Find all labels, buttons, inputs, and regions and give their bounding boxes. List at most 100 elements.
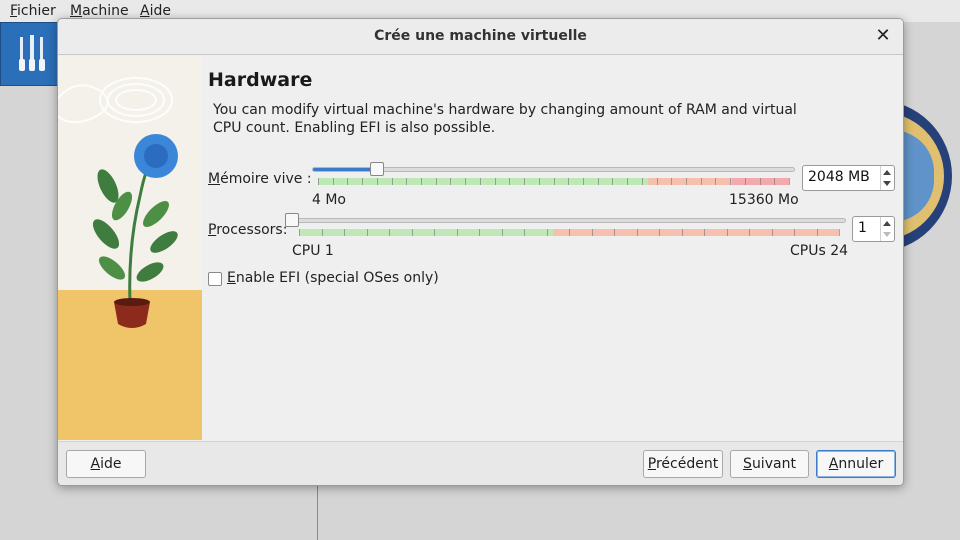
mem-tick — [582, 178, 584, 185]
cpu-tick — [659, 229, 660, 236]
memory-label-mnemonic: M — [208, 171, 221, 187]
dialog-titlebar[interactable]: Crée une machine virtuelle ✕ — [58, 19, 903, 55]
mem-tick — [435, 178, 437, 185]
efi-checkbox[interactable] — [208, 272, 222, 286]
cpu-tick — [591, 229, 593, 236]
mem-tick — [318, 178, 319, 185]
mem-tick — [759, 178, 761, 185]
menu-fichier[interactable]: Fichier — [10, 3, 56, 19]
processors-slider[interactable] — [285, 213, 846, 227]
mem-tick — [332, 178, 334, 185]
cpu-tick — [569, 229, 570, 236]
chevron-down-icon[interactable] — [883, 232, 891, 237]
chevron-up-icon[interactable] — [883, 221, 891, 226]
processors-slider-handle[interactable] — [285, 213, 299, 227]
cancel-button[interactable]: Annuler — [816, 450, 896, 478]
mem-tick — [391, 178, 393, 185]
efi-label-mnemonic: E — [227, 270, 236, 286]
mem-tick — [479, 178, 481, 185]
plant-illustration — [58, 56, 202, 440]
cpu-tick — [456, 229, 458, 236]
memory-slider-handle[interactable] — [370, 162, 385, 176]
cpu-tick — [501, 229, 503, 236]
cpu-tick — [771, 229, 773, 236]
memory-slider[interactable] — [312, 162, 795, 176]
processors-label-text: rocessors: — [216, 222, 288, 238]
menu-aide[interactable]: Aide — [140, 3, 171, 19]
efi-label[interactable]: Enable EFI (special OSes only) — [227, 270, 439, 286]
mem-tick — [509, 178, 511, 185]
memory-min-label: 4 Mo — [312, 192, 347, 208]
processors-ticks — [299, 229, 840, 236]
cpu-tick — [299, 229, 300, 236]
mem-tick — [789, 178, 790, 185]
mem-tick — [406, 178, 408, 185]
cpu-tick — [839, 229, 840, 236]
cpu-tick — [411, 229, 413, 236]
memory-ticks — [318, 178, 790, 185]
cpu-tick — [726, 229, 728, 236]
plant-drawing — [58, 77, 178, 328]
cpu-tick — [816, 229, 818, 236]
cpu-tick — [749, 229, 750, 236]
cpu-tick — [614, 229, 615, 236]
mem-tick — [656, 178, 658, 185]
mem-tick — [612, 178, 614, 185]
cpu-tick — [366, 229, 368, 236]
cpu-tick — [524, 229, 525, 236]
chevron-up-icon[interactable] — [883, 170, 891, 175]
cpu-tick — [546, 229, 548, 236]
app-splitter[interactable] — [317, 484, 318, 540]
cpu-tick — [479, 229, 480, 236]
mem-tick — [347, 178, 349, 185]
efi-label-text: nable EFI (special OSes only) — [235, 270, 439, 286]
mem-tick — [685, 178, 687, 185]
processors-spin-arrows — [880, 217, 894, 241]
menu-machine[interactable]: Machine — [70, 3, 129, 19]
cpu-tick — [704, 229, 705, 236]
processors-max-label: CPUs 24 — [790, 243, 849, 259]
chevron-down-icon[interactable] — [883, 181, 891, 186]
mem-tick — [553, 178, 555, 185]
processors-min-label: CPU 1 — [292, 243, 334, 259]
dialog-footer: Aide Précédent Suivant Annuler — [58, 441, 903, 485]
mem-tick — [715, 178, 717, 185]
memory-value[interactable]: 2048 MB — [808, 169, 870, 185]
cpu-tick — [681, 229, 683, 236]
next-button[interactable]: Suivant — [730, 450, 809, 478]
tools-button[interactable] — [0, 22, 64, 86]
processors-spinbox[interactable]: 1 — [852, 216, 895, 242]
memory-max-label: 15360 Mo — [729, 192, 799, 208]
create-vm-dialog: Crée une machine virtuelle ✕ Hardware Yo… — [57, 18, 904, 486]
mem-tick — [494, 178, 496, 185]
cpu-tick — [434, 229, 435, 236]
memory-label-text: émoire vive : — [220, 171, 312, 187]
cpu-tick — [344, 229, 345, 236]
mem-tick — [700, 178, 702, 185]
cpu-tick — [389, 229, 390, 236]
processors-label: Processors: — [208, 222, 287, 238]
mem-tick — [465, 178, 467, 185]
mem-tick — [597, 178, 599, 185]
dialog-title: Crée une machine virtuelle — [374, 28, 587, 44]
cpu-tick — [321, 229, 323, 236]
cpu-tick — [636, 229, 638, 236]
close-icon[interactable]: ✕ — [873, 26, 893, 46]
mem-tick — [671, 178, 673, 185]
page-title: Hardware — [208, 69, 313, 91]
memory-label: Mémoire vive : — [208, 171, 312, 187]
mem-tick — [730, 178, 732, 185]
help-button[interactable]: Aide — [66, 450, 146, 478]
mem-tick — [641, 178, 643, 185]
mem-tick — [362, 178, 364, 185]
memory-spin-arrows — [880, 166, 894, 190]
mem-tick — [774, 178, 776, 185]
page-description: You can modify virtual machine's hardwar… — [213, 102, 797, 136]
processors-value[interactable]: 1 — [858, 220, 867, 236]
previous-button[interactable]: Précédent — [643, 450, 723, 478]
memory-spinbox[interactable]: 2048 MB — [802, 165, 895, 191]
mem-tick — [568, 178, 570, 185]
mem-tick — [524, 178, 526, 185]
mem-tick — [421, 178, 423, 185]
memory-slider-fill — [313, 168, 378, 171]
